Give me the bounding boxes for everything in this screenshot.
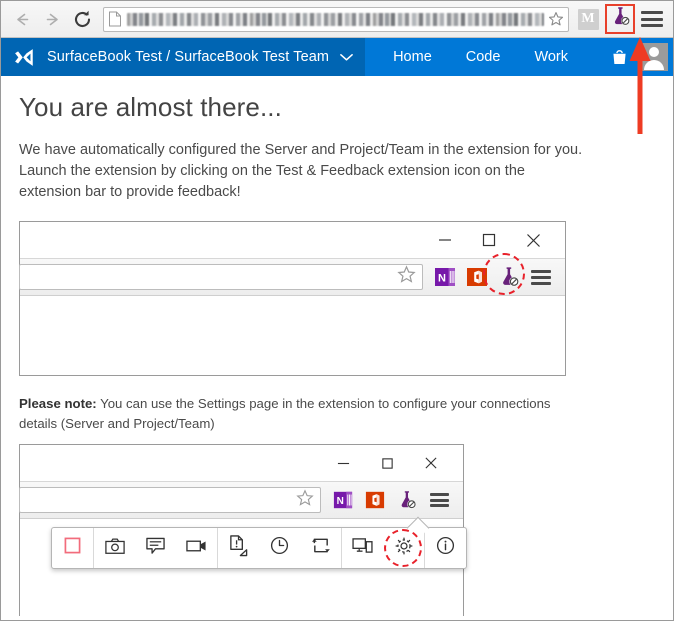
bookmark-star-icon[interactable] xyxy=(397,265,416,289)
video-camera-icon xyxy=(186,539,207,558)
info-circle-icon xyxy=(436,536,455,560)
mockup1-maximize-button[interactable] xyxy=(467,223,511,257)
clock-icon xyxy=(270,536,289,560)
hamburger-menu-icon xyxy=(641,11,663,27)
mockup2-viewport xyxy=(20,519,467,619)
note-paragraph: Please note: You can use the Settings pa… xyxy=(19,394,589,434)
mockup1-address-bar[interactable] xyxy=(19,264,423,290)
mockup2-minimize-button[interactable] xyxy=(321,446,365,480)
m-extension-button[interactable]: M xyxy=(573,4,603,34)
hamburger-menu-icon[interactable] xyxy=(423,485,455,515)
m-badge-label: M xyxy=(577,8,599,30)
nav-link-code[interactable]: Code xyxy=(466,49,501,65)
avatar-head xyxy=(649,47,660,57)
browser-menu-button[interactable] xyxy=(637,4,667,34)
camera-icon xyxy=(104,537,125,560)
note-button[interactable] xyxy=(135,528,176,568)
comment-bubble-icon xyxy=(146,537,165,560)
loop-arrows-icon xyxy=(311,536,331,560)
screenshot-button[interactable] xyxy=(94,528,135,568)
forward-arrow-icon xyxy=(43,10,62,29)
bookmark-star-icon[interactable] xyxy=(296,488,314,512)
mockup1-close-button[interactable] xyxy=(511,223,555,257)
mockup1-viewport xyxy=(20,296,565,374)
mockup1-minimize-button[interactable] xyxy=(423,223,467,257)
reload-button[interactable] xyxy=(67,4,97,34)
page-title: You are almost there... xyxy=(19,92,282,122)
test-feedback-flask-icon[interactable] xyxy=(493,262,525,292)
note-text: You can use the Settings page in the ext… xyxy=(19,396,551,431)
chevron-down-icon[interactable] xyxy=(340,53,353,62)
test-feedback-flask-icon xyxy=(609,5,632,33)
address-bar-url-text xyxy=(127,12,544,26)
system-info-button[interactable] xyxy=(342,528,383,568)
document-annotate-icon xyxy=(228,534,249,562)
mockup1-titlebar xyxy=(20,222,565,258)
extension-popup-toolbar xyxy=(51,527,467,569)
back-button[interactable] xyxy=(7,4,37,34)
visual-studio-logo xyxy=(13,46,36,69)
avatar-body xyxy=(644,60,665,70)
mockup1-toolbar: N xyxy=(19,253,565,296)
forward-button[interactable] xyxy=(37,4,67,34)
info-button[interactable] xyxy=(425,528,466,568)
intro-paragraph: We have automatically configured the Ser… xyxy=(19,142,583,200)
hamburger-menu-icon[interactable] xyxy=(525,262,557,292)
nav-link-home[interactable]: Home xyxy=(393,49,432,65)
record-video-button[interactable] xyxy=(176,528,217,568)
back-arrow-icon xyxy=(13,10,32,29)
mockup2-titlebar xyxy=(20,445,463,481)
nav-right-actions xyxy=(602,43,674,71)
office-icon[interactable] xyxy=(359,485,391,515)
project-title: SurfaceBook Test / SurfaceBook Test Team xyxy=(47,49,330,65)
project-selector[interactable]: SurfaceBook Test / SurfaceBook Test Team xyxy=(1,38,366,76)
vsts-navigation-bar: SurfaceBook Test / SurfaceBook Test Team… xyxy=(1,38,673,76)
onenote-icon[interactable]: N xyxy=(327,485,359,515)
page-load-data-button[interactable] xyxy=(218,528,259,568)
test-feedback-extension-button[interactable] xyxy=(605,4,635,34)
nav-link-work[interactable]: Work xyxy=(534,49,568,65)
bookmark-star-icon[interactable] xyxy=(548,11,564,27)
gear-icon xyxy=(394,536,414,561)
onenote-icon[interactable]: N xyxy=(429,262,461,292)
page-document-icon xyxy=(108,11,122,27)
reload-icon xyxy=(72,9,93,30)
svg-text:N: N xyxy=(438,273,446,285)
mockup2-maximize-button[interactable] xyxy=(365,446,409,480)
screen-device-icon xyxy=(352,537,373,559)
page-content: You are almost there... We have automati… xyxy=(1,76,673,619)
browser-toolbar: M xyxy=(1,1,673,38)
browser-mockup-2: N xyxy=(19,444,467,619)
note-label: Please note: xyxy=(19,396,97,411)
svg-text:N: N xyxy=(337,496,344,507)
shopping-bag-icon[interactable] xyxy=(602,48,636,67)
stop-square-icon xyxy=(64,537,81,559)
mockup2-close-button[interactable] xyxy=(409,446,453,480)
repeat-button[interactable] xyxy=(300,528,341,568)
office-icon[interactable] xyxy=(461,262,493,292)
mockup2-toolbar: N xyxy=(19,481,463,519)
mockup2-address-bar[interactable] xyxy=(19,487,321,513)
user-avatar[interactable] xyxy=(640,43,669,71)
test-feedback-flask-icon[interactable] xyxy=(391,485,423,515)
primary-nav-links: Home Code Work xyxy=(393,49,602,65)
settings-button[interactable] xyxy=(383,528,424,568)
address-bar[interactable] xyxy=(103,6,569,32)
browser-mockup-1: N xyxy=(19,221,566,376)
timeline-button[interactable] xyxy=(259,528,300,568)
stop-recording-button[interactable] xyxy=(52,528,93,568)
